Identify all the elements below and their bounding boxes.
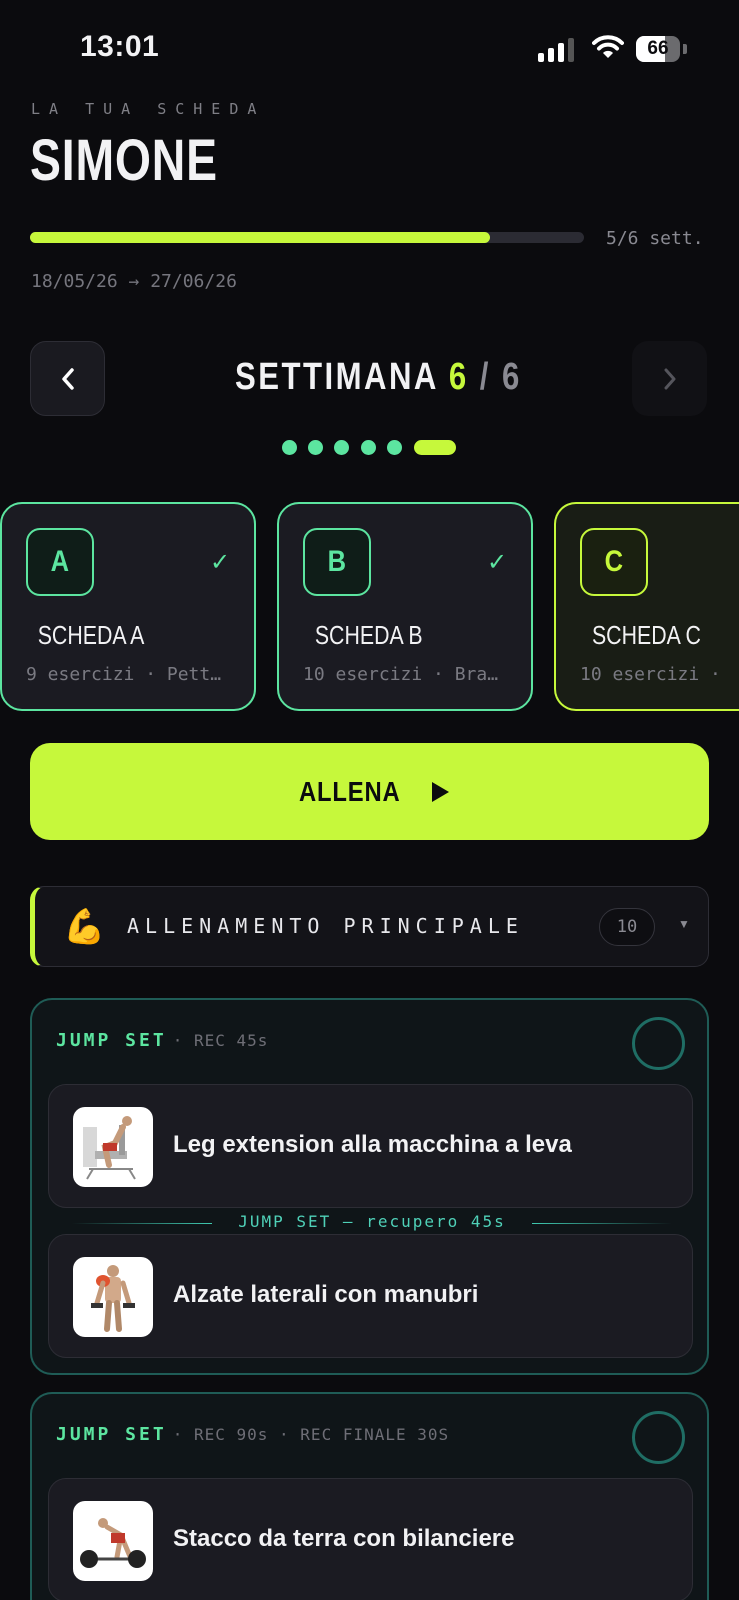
battery-level: 66 [647, 38, 669, 59]
chevron-left-icon [61, 367, 74, 390]
workout-subtitle: 10 esercizi · Bra… [303, 664, 499, 685]
group-header: JUMP SET · REC 90s · REC FINALE 30S [56, 1424, 449, 1445]
chevron-right-icon [664, 368, 675, 389]
wifi-icon [592, 34, 624, 60]
week-dot[interactable] [308, 440, 323, 455]
workout-title: SCHEDA C [591, 620, 701, 650]
date-range: 18/05/26 → 27/06/26 [31, 271, 237, 292]
battery-nub [683, 44, 687, 54]
progress-bar [30, 232, 584, 243]
status-time: 13:01 [80, 30, 160, 63]
exercise-thumbnail [73, 1257, 153, 1337]
battery-icon: 66 [636, 36, 680, 62]
group-complete-toggle[interactable] [632, 1411, 685, 1464]
check-icon: ✓ [487, 549, 508, 576]
workout-card-a[interactable]: A ✓ SCHEDA A 9 esercizi · Pett… [0, 502, 256, 711]
jump-set-group: JUMP SET · REC 45s Leg extension alla mac… [30, 998, 709, 1375]
week-label: SETTIMANA [235, 356, 438, 398]
progress-fill [30, 232, 490, 243]
group-type: JUMP SET [56, 1030, 167, 1051]
jump-set-link-label: JUMP SET — recupero 45s [238, 1212, 506, 1231]
week-dot[interactable] [334, 440, 349, 455]
start-label: ALLENA [299, 775, 401, 807]
workout-letter-badge: B [303, 528, 371, 596]
exercise-name: Leg extension alla macchina a leva [173, 1131, 572, 1158]
flexed-bicep-icon: 💪 [63, 908, 106, 946]
section-title: ALLENAMENTO PRINCIPALE [127, 914, 524, 938]
week-current: 6 [448, 356, 469, 398]
section-header-main[interactable]: 💪 ALLENAMENTO PRINCIPALE 10 ▼ [30, 886, 709, 967]
workout-card-b[interactable]: B ✓ SCHEDA B 10 esercizi · Bra… [277, 502, 533, 711]
week-separator: / [479, 356, 491, 398]
group-header: JUMP SET · REC 45s [56, 1030, 268, 1051]
workout-title: SCHEDA A [37, 620, 145, 650]
exercise-thumbnail [73, 1107, 153, 1187]
signal-icon [538, 36, 578, 62]
week-total: 6 [502, 356, 522, 398]
prev-week-button[interactable] [30, 341, 105, 416]
group-meta: · REC 90s · REC FINALE 30S [172, 1425, 450, 1444]
header-eyebrow: LA TUA SCHEDA [31, 100, 266, 118]
caret-down-icon[interactable]: ▼ [678, 917, 690, 931]
week-dot-active[interactable] [414, 440, 456, 455]
exercise-row[interactable]: Leg extension alla macchina a leva [48, 1084, 693, 1208]
workout-subtitle: 9 esercizi · Pett… [26, 664, 222, 685]
workout-title: SCHEDA B [314, 620, 423, 650]
week-dot[interactable] [282, 440, 297, 455]
exercise-count-badge: 10 [599, 908, 655, 946]
group-type: JUMP SET [56, 1424, 167, 1445]
workout-letter-badge: C [580, 528, 648, 596]
exercise-name: Stacco da terra con bilanciere [173, 1525, 515, 1552]
weeks-progress-label: 5/6 sett. [606, 228, 704, 249]
workout-subtitle: 10 esercizi · [580, 664, 721, 685]
workout-letter-badge: A [26, 528, 94, 596]
check-icon: ✓ [210, 549, 231, 576]
next-week-button[interactable] [632, 341, 707, 416]
exercise-row[interactable]: Alzate laterali con manubri [48, 1234, 693, 1358]
week-dot[interactable] [387, 440, 402, 455]
group-complete-toggle[interactable] [632, 1017, 685, 1070]
jump-set-group: JUMP SET · REC 90s · REC FINALE 30S Stacc… [30, 1392, 709, 1600]
user-name: SIMONE [30, 128, 218, 193]
exercise-name: Alzate laterali con manubri [173, 1281, 479, 1308]
week-dot[interactable] [361, 440, 376, 455]
exercise-row[interactable]: Stacco da terra con bilanciere [48, 1478, 693, 1600]
exercise-thumbnail [73, 1501, 153, 1581]
workout-card-c[interactable]: C SCHEDA C 10 esercizi · [554, 502, 739, 711]
start-workout-button[interactable]: ALLENA [30, 743, 709, 840]
jump-set-link: JUMP SET — recupero 45s [72, 1212, 672, 1234]
group-meta: · REC 45s [172, 1031, 269, 1050]
play-icon [431, 781, 449, 802]
week-title: SETTIMANA 6 / 6 [235, 356, 522, 399]
